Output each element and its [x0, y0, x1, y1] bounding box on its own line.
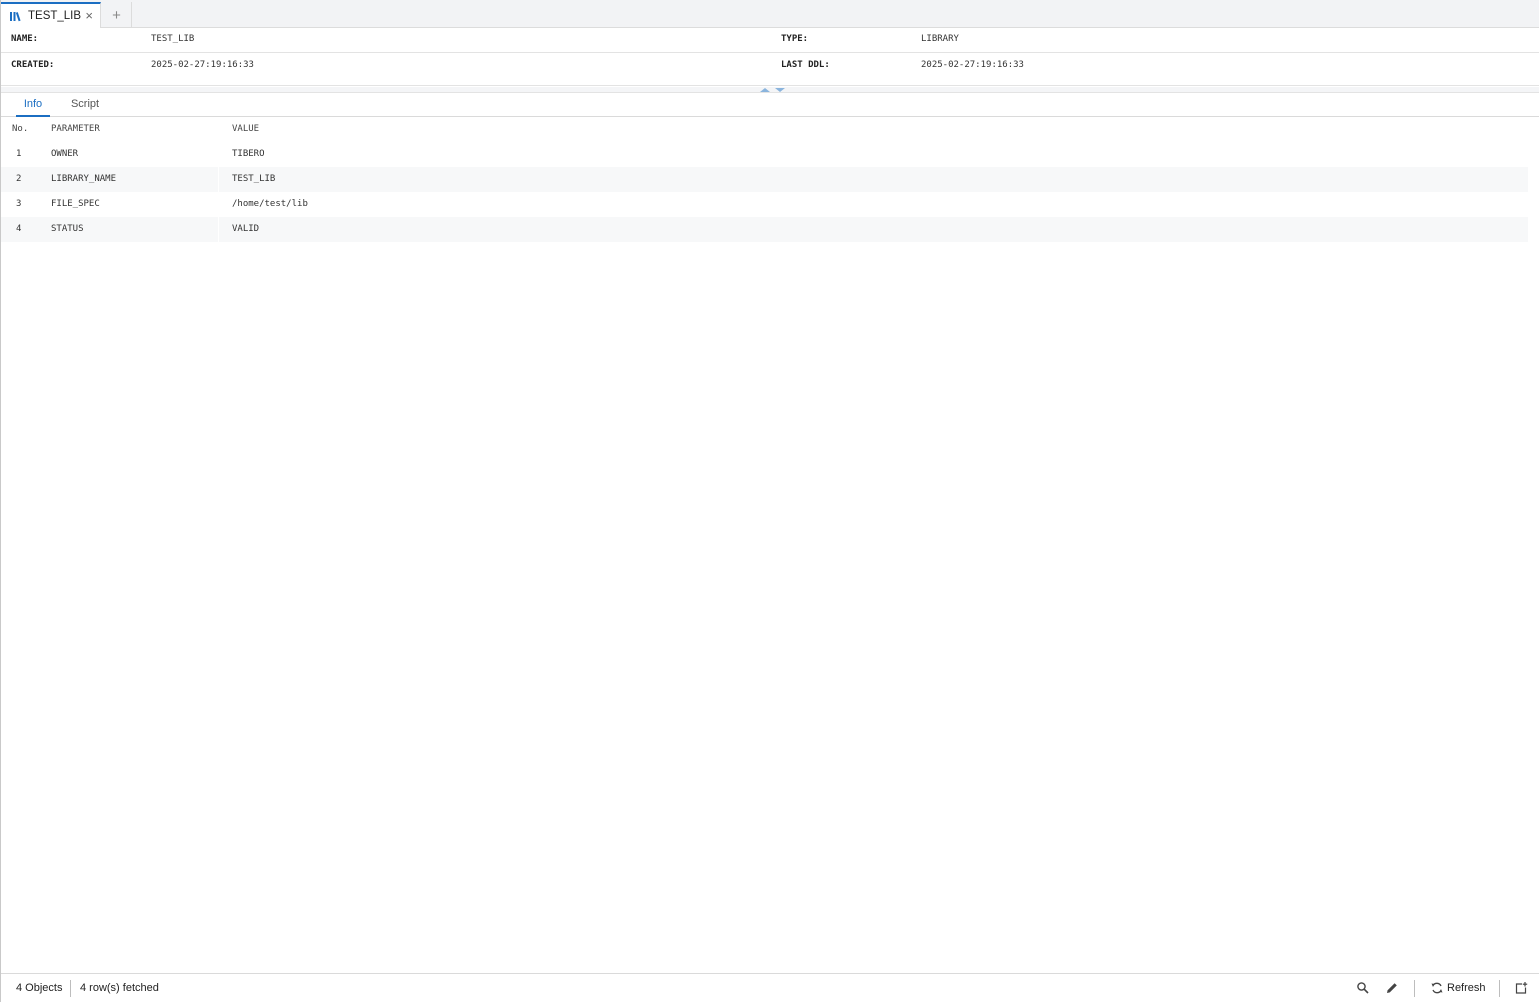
- header-row-created: CREATED: 2025-02-27:19:16:33 LAST DDL: 2…: [1, 53, 1539, 86]
- editor-tab-bar: TEST_LIB × +: [1, 0, 1539, 28]
- type-label: TYPE:: [781, 34, 809, 44]
- column-divider: [218, 217, 219, 242]
- column-header-no[interactable]: No.: [12, 117, 28, 141]
- refresh-icon: [1431, 982, 1443, 994]
- add-tab-button[interactable]: +: [102, 2, 132, 28]
- info-grid: No. PARAMETER VALUE 1 OWNER TIBERO 2 LIB…: [1, 117, 1528, 242]
- rows-fetched: 4 row(s) fetched: [80, 982, 159, 994]
- row-number: 3: [16, 199, 22, 209]
- refresh-label: Refresh: [1447, 982, 1486, 994]
- row-parameter: STATUS: [51, 224, 84, 234]
- type-value: LIBRARY: [921, 34, 959, 44]
- status-divider: [70, 980, 71, 997]
- column-divider: [218, 167, 219, 192]
- table-row[interactable]: 1 OWNER TIBERO: [1, 142, 1528, 167]
- edit-icon[interactable]: [1385, 981, 1399, 995]
- last-ddl-label: LAST DDL:: [781, 60, 830, 70]
- row-value: TEST_LIB: [232, 174, 276, 184]
- row-parameter: LIBRARY_NAME: [51, 174, 117, 184]
- status-bar: 4 Objects 4 row(s) fetched Refresh: [1, 973, 1539, 1002]
- table-row[interactable]: 2 LIBRARY_NAME TEST_LIB: [1, 167, 1528, 192]
- close-icon[interactable]: ×: [85, 9, 93, 23]
- tab-test-lib[interactable]: TEST_LIB ×: [1, 2, 101, 28]
- object-header: NAME: TEST_LIB TYPE: LIBRARY CREATED: 20…: [1, 28, 1539, 86]
- grid-header-row: No. PARAMETER VALUE: [1, 117, 1528, 142]
- detail-tabs: Info Script: [1, 93, 1539, 117]
- status-divider: [1414, 980, 1415, 997]
- created-label: CREATED:: [11, 60, 55, 70]
- table-row[interactable]: 3 FILE_SPEC /home/test/lib: [1, 192, 1528, 217]
- last-ddl-value: 2025-02-27:19:16:33: [921, 60, 1024, 70]
- tab-info[interactable]: Info: [16, 93, 50, 117]
- row-number: 2: [16, 174, 22, 184]
- objects-count: 4 Objects: [16, 982, 63, 994]
- row-number: 4: [16, 224, 22, 234]
- name-label: NAME:: [11, 34, 39, 44]
- search-icon[interactable]: [1356, 981, 1370, 995]
- column-header-parameter[interactable]: PARAMETER: [51, 117, 100, 141]
- row-number: 1: [16, 149, 22, 159]
- created-value: 2025-02-27:19:16:33: [151, 60, 254, 70]
- row-value: /home/test/lib: [232, 199, 308, 209]
- status-divider: [1499, 980, 1500, 997]
- row-parameter: OWNER: [51, 149, 79, 159]
- library-icon: [10, 12, 21, 22]
- tab-script[interactable]: Script: [65, 93, 105, 117]
- plus-icon: +: [112, 6, 121, 24]
- header-row-name: NAME: TEST_LIB TYPE: LIBRARY: [1, 28, 1539, 53]
- row-value: TIBERO: [232, 149, 265, 159]
- tab-label: TEST_LIB: [28, 10, 82, 22]
- export-icon[interactable]: [1514, 981, 1528, 995]
- row-value: VALID: [232, 224, 260, 234]
- row-parameter: FILE_SPEC: [51, 199, 100, 209]
- column-header-value[interactable]: VALUE: [232, 117, 259, 141]
- table-row[interactable]: 4 STATUS VALID: [1, 217, 1528, 242]
- name-value: TEST_LIB: [151, 34, 195, 44]
- refresh-button[interactable]: Refresh: [1429, 974, 1489, 1002]
